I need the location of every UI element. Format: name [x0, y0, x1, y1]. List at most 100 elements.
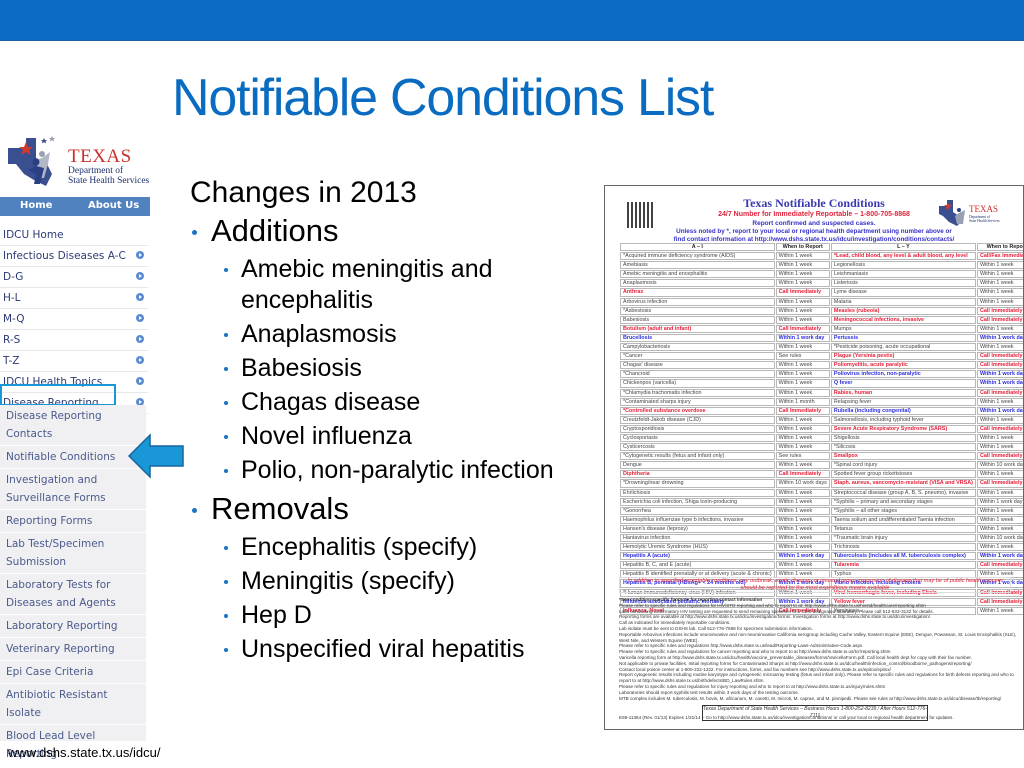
report-timing-a-i: Within 1 week — [775, 270, 830, 279]
report-timing-l-y: Within 1 week — [976, 261, 1023, 270]
condition-a-i: Chagas' disease — [620, 361, 775, 370]
dshs-logo[interactable]: TEXAS Department of State Health Service… — [6, 134, 156, 190]
additions-heading: Additions — [190, 211, 610, 251]
submenu-item-laboratory-reporting[interactable]: Laboratory Reporting — [0, 615, 146, 638]
footnote-item: Report cytogenetic results including rou… — [619, 672, 1014, 684]
chevron-right-icon[interactable] — [136, 293, 144, 301]
report-timing-l-y: Call Immediately — [976, 361, 1023, 370]
report-timing-l-y: Within 1 week — [976, 397, 1023, 406]
report-timing-l-y: Within 1 week — [976, 270, 1023, 279]
chevron-right-icon[interactable] — [136, 314, 144, 322]
top-accent-bar — [0, 0, 1024, 41]
report-timing-l-y: Within 1 week — [976, 515, 1023, 524]
condition-l-y: Meningococcal infections, invasive — [830, 315, 976, 324]
table-row: Hemolytic Uremic Syndrome (HUS) Within 1 … — [620, 543, 1023, 552]
chevron-right-icon[interactable] — [136, 251, 144, 259]
sidebar-item-t-z[interactable]: T-Z — [0, 351, 148, 372]
condition-a-i: *Asbestosis — [620, 306, 775, 315]
report-timing-l-y: Call/Fax Immediately — [976, 252, 1023, 261]
condition-a-i: Campylobacteriosis — [620, 343, 775, 352]
sidebar-item-infectious-diseases-a-c[interactable]: Infectious Diseases A-C — [0, 246, 148, 267]
report-timing-a-i: Within 1 week — [775, 515, 830, 524]
report-timing-l-y: Within 1 week — [976, 470, 1023, 479]
sidebar-item-r-s[interactable]: R-S — [0, 330, 148, 351]
disease-reporting-highlight — [0, 384, 116, 406]
sidebar-item-d-g[interactable]: D-G — [0, 267, 148, 288]
column-header-when-l-y: When to Report — [976, 243, 1023, 252]
report-timing-a-i: Within 1 week — [775, 370, 830, 379]
submenu-item-notifiable-conditions[interactable]: Notifiable Conditions — [0, 446, 146, 469]
condition-l-y: Rabies, human — [830, 388, 976, 397]
report-timing-a-i: Within 1 week — [775, 543, 830, 552]
condition-a-i: Arbovirus infection — [620, 297, 775, 306]
condition-a-i: Diphtheria — [620, 470, 775, 479]
nav-about-us[interactable]: About Us — [88, 200, 139, 211]
addition-item: Chagas disease — [190, 387, 610, 418]
report-timing-a-i: Within 1 week — [775, 561, 830, 570]
report-timing-l-y: Call Immediately — [976, 561, 1023, 570]
sidebar-item-idcu-home[interactable]: IDCU Home — [0, 225, 148, 246]
submenu-item-laboratory-tests[interactable]: Laboratory Tests for Diseases and Agents — [0, 574, 146, 615]
condition-l-y: Trichinosis — [830, 543, 976, 552]
report-timing-a-i: Within 1 week — [775, 415, 830, 424]
table-row: *Drowning/near drowning Within 10 work da… — [620, 479, 1023, 488]
removal-item: Meningitis (specify) — [190, 566, 610, 597]
sidebar-item-m-q[interactable]: M-Q — [0, 309, 148, 330]
report-timing-a-i: Call Immediately — [775, 406, 830, 415]
table-row: Campylobacteriosis Within 1 week *Pesticid… — [620, 343, 1023, 352]
source-url: www.dshs.state.tx.us/idcu/ — [8, 745, 161, 760]
submenu-item-disease-reporting-contacts[interactable]: Disease Reporting Contacts — [0, 405, 146, 446]
report-timing-l-y: Within 1 week — [976, 343, 1023, 352]
footnote-item: MTB complex includes M. tuberculosis, M.… — [619, 695, 1002, 701]
logo-line-department: Department of — [68, 166, 124, 176]
table-row: Hansen's disease (leprosy) Within 1 week T… — [620, 524, 1023, 533]
report-timing-l-y: Call Immediately — [976, 306, 1023, 315]
submenu-item-antibiotic-resistant-isolate[interactable]: Antibiotic Resistant Isolate — [0, 684, 146, 725]
document-revision-line: E59-11364 (Rev. 01/13) Expires 1/31/14 –… — [619, 715, 954, 720]
condition-l-y: *Syphilis – primary and secondary stages — [830, 497, 976, 506]
table-row: *Asbestosis Within 1 week Measles (rubeola… — [620, 306, 1023, 315]
condition-a-i: Haemophilus influenzae type b infections… — [620, 515, 775, 524]
condition-l-y: *Pesticide poisoning, acute occupational — [830, 343, 976, 352]
table-header-row: A – I When to Report L – Y When to Repor… — [620, 243, 1023, 252]
table-row: Creutzfeldt-Jakob disease (CJD) Within 1 … — [620, 415, 1023, 424]
submenu-item-investigation-forms[interactable]: Investigation and Surveillance Forms — [0, 469, 146, 510]
removal-item: Encephalitis (specify) — [190, 532, 610, 563]
pointer-arrow-icon — [128, 433, 184, 479]
removals-heading: Removals — [190, 489, 610, 529]
table-row: Botulism (adult and infant) Call Immediat… — [620, 324, 1023, 333]
report-timing-a-i: Within 1 work day — [775, 333, 830, 343]
chevron-right-icon[interactable] — [136, 272, 144, 280]
table-row: Anthrax Call Immediately Lyme disease Withi… — [620, 288, 1023, 297]
table-row: Cysticercosis Within 1 week *Silicosis With… — [620, 443, 1023, 452]
condition-l-y: Severe Acute Respiratory Syndrome (SARS) — [830, 424, 976, 433]
condition-a-i: *Chlamydia trachomatis infection — [620, 388, 775, 397]
table-row: Hepatitis B, C, and E (acute) Within 1 we… — [620, 561, 1023, 570]
table-row: *Cancer See rules Plague (Yersinia pestis)… — [620, 352, 1023, 361]
condition-l-y: *Spinal cord injury — [830, 461, 976, 470]
report-timing-a-i: Call Immediately — [775, 324, 830, 333]
chevron-right-icon[interactable] — [136, 356, 144, 364]
document-outbreak-note: In addition to specified reportable cond… — [619, 577, 1011, 593]
submenu-item-lab-test-specimen[interactable]: Lab Test/Specimen Submission — [0, 533, 146, 574]
column-header-l-y: L – Y — [830, 243, 976, 252]
nav-home[interactable]: Home — [20, 200, 52, 211]
chevron-right-icon[interactable] — [136, 377, 144, 385]
submenu-item-reporting-forms[interactable]: Reporting Forms — [0, 510, 146, 533]
condition-l-y: Salmonellosis, including typhoid fever — [830, 415, 976, 424]
chevron-right-icon[interactable] — [136, 335, 144, 343]
table-row: Chagas' disease Within 1 week Poliomyeliti… — [620, 361, 1023, 370]
table-row: Brucellosis Within 1 work day Pertussis Wit… — [620, 333, 1023, 343]
report-timing-a-i: Within 1 week — [775, 261, 830, 270]
condition-l-y: *Syphilis – all other stages — [830, 506, 976, 515]
report-timing-a-i: Within 1 week — [775, 306, 830, 315]
condition-a-i: *Controlled substance overdose — [620, 406, 775, 415]
submenu-item-epi-case-criteria[interactable]: Epi Case Criteria — [0, 661, 146, 684]
report-timing-a-i: Within 1 week — [775, 343, 830, 352]
condition-l-y: Mumps — [830, 324, 976, 333]
submenu-item-veterinary-reporting[interactable]: Veterinary Reporting — [0, 638, 146, 661]
table-row: Dengue Within 1 week *Spinal cord injury Wi… — [620, 461, 1023, 470]
notifiable-conditions-document: Texas Notifiable Conditions 24/7 Number … — [604, 185, 1024, 730]
sidebar-item-h-l[interactable]: H-L — [0, 288, 148, 309]
site-nav-bar: Home About Us — [0, 197, 150, 216]
